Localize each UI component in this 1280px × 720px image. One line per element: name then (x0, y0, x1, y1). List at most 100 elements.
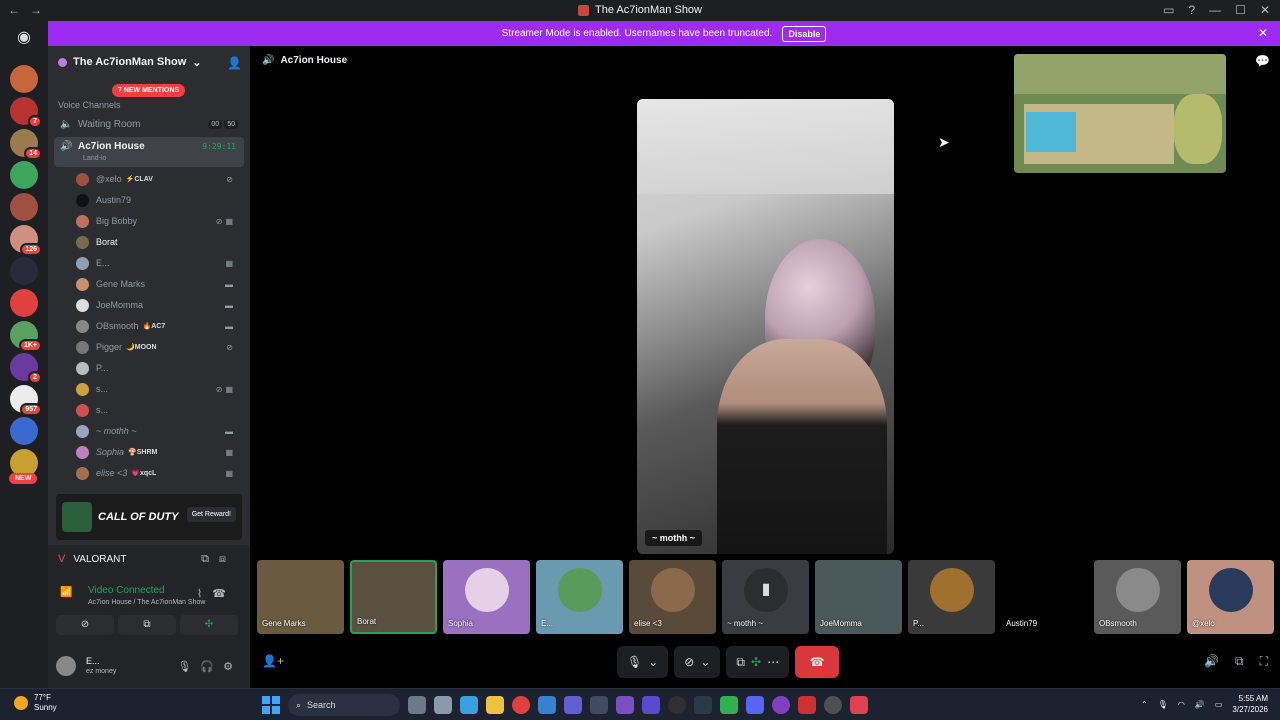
voice-member[interactable]: OBsmooth 🔥AC7 ▬ (76, 316, 244, 336)
participant-tile[interactable]: E... (536, 560, 623, 634)
disconnect-icon[interactable]: ☎ (212, 588, 236, 600)
screen-share-button[interactable]: ⧉ (118, 615, 176, 635)
screen-share-button[interactable]: ⧉ ✣ ⋯ (726, 646, 790, 678)
invite-icon[interactable]: 👤 (227, 56, 242, 70)
voice-member[interactable]: P... (76, 358, 244, 378)
weather-widget[interactable]: 77°F Sunny (14, 693, 57, 713)
voice-member[interactable]: Pigger 🌙MOON ⊘ (76, 337, 244, 357)
participant-tile[interactable]: Gene Marks (257, 560, 344, 634)
app-icon[interactable] (798, 696, 816, 714)
disable-button[interactable]: Disable (782, 25, 827, 42)
participant-tile[interactable]: ▮ ~ mothh ~ (722, 560, 809, 634)
focused-video[interactable]: ~ mothh ~ (637, 99, 894, 554)
chrome-icon[interactable] (512, 696, 530, 714)
voice-member[interactable]: s... ⊘▦ (76, 379, 244, 399)
microphone-icon[interactable]: 🎙 (177, 661, 200, 673)
server-icon[interactable] (10, 257, 38, 285)
maximize-button[interactable]: ☐ (1235, 3, 1246, 17)
participant-tile[interactable]: P... (908, 560, 995, 634)
help-icon[interactable]: ? (1188, 3, 1195, 17)
app-icon[interactable] (590, 696, 608, 714)
voice-member[interactable]: @xelo ⚡CLAV ⊘ (76, 169, 244, 189)
close-button[interactable]: ✕ (1260, 3, 1270, 17)
server-icon[interactable] (10, 417, 38, 445)
camera-toggle-button[interactable]: ⊘ (56, 615, 114, 635)
avatar[interactable] (56, 656, 76, 676)
app-icon[interactable] (642, 696, 660, 714)
popout-icon[interactable]: ⧉ (1235, 654, 1244, 669)
more-icon[interactable]: ⋯ (767, 655, 779, 669)
participant-tile[interactable]: elise <3 (629, 560, 716, 634)
close-icon[interactable]: ✕ (1258, 26, 1268, 40)
app-icon[interactable] (824, 696, 842, 714)
disconnect-button[interactable]: ☎ (795, 646, 840, 678)
server-icon[interactable] (10, 193, 38, 221)
start-button[interactable] (262, 696, 280, 714)
headphones-icon[interactable]: 🎧 (200, 661, 223, 673)
new-mentions-pill[interactable]: 7 NEW MENTIONS (112, 84, 186, 97)
voice-member[interactable]: ~ mothh ~ ▬ (76, 421, 244, 441)
battery-icon[interactable]: ▭ (1215, 700, 1223, 709)
camera-button[interactable]: ⊘ ⌄ (674, 646, 721, 678)
volume-icon[interactable]: 🔊 (1204, 654, 1219, 669)
voice-member[interactable]: s... (76, 400, 244, 420)
voice-member[interactable]: Gene Marks ▬ (76, 274, 244, 294)
voice-member[interactable]: Big Bobby ⊘▦ (76, 211, 244, 231)
participant-tile[interactable]: Austin79 (1001, 560, 1088, 634)
server-icon[interactable]: 126 (10, 225, 42, 256)
participant-tile[interactable]: JoeMomma (815, 560, 902, 634)
noise-suppression-icon[interactable]: ⌇ (197, 588, 212, 600)
steam-icon[interactable] (694, 696, 712, 714)
voice-member[interactable]: E... ▦ (76, 253, 244, 273)
participant-tile[interactable]: OBsmooth (1094, 560, 1181, 634)
server-icon[interactable]: 14 (10, 129, 42, 160)
fullscreen-icon[interactable]: ⛶ (1260, 654, 1268, 669)
volume-icon[interactable]: 🔊 (1195, 700, 1205, 709)
new-pill[interactable]: NEW (9, 473, 38, 484)
settings-icon[interactable] (434, 696, 452, 714)
file-explorer-icon[interactable] (486, 696, 504, 714)
activities-icon[interactable]: ✣ (751, 655, 761, 669)
participant-tile[interactable]: Borat (350, 560, 437, 634)
voice-member[interactable]: Austin79 (76, 190, 244, 210)
server-icon[interactable] (10, 289, 38, 317)
voice-category[interactable]: Voice Channels (58, 100, 121, 110)
server-icon[interactable] (10, 65, 38, 93)
app-icon[interactable] (564, 696, 582, 714)
obs-icon[interactable] (668, 696, 686, 714)
valorant-icon[interactable] (850, 696, 868, 714)
chevron-down-icon[interactable]: ⌄ (648, 655, 658, 669)
get-reward-button[interactable]: Get Reward! (186, 507, 236, 522)
microphone-button[interactable]: 🎙 ⌄ (617, 646, 669, 678)
gear-icon[interactable]: ⚙ (223, 661, 242, 673)
voice-member[interactable]: Borat (76, 232, 244, 252)
store-icon[interactable] (460, 696, 478, 714)
minimize-button[interactable]: — (1209, 3, 1221, 17)
microphone-icon[interactable]: 🎙 (1158, 700, 1168, 709)
activities-button[interactable]: ✣ (180, 615, 238, 635)
chevron-down-icon[interactable]: ⌄ (700, 655, 710, 669)
channel-waiting-room[interactable]: 🔈 Waiting Room 00 50 (54, 114, 244, 134)
discord-icon[interactable] (746, 696, 764, 714)
taskbar-search[interactable]: ⌕ Search (288, 694, 400, 716)
discord-home-icon[interactable]: ◉ (10, 24, 38, 52)
voice-member[interactable]: JoeMomma ▬ (76, 295, 244, 315)
server-icon[interactable]: 957 (10, 385, 42, 416)
clock[interactable]: 5:55 AM 3/27/2026 (1232, 693, 1268, 715)
app-icon[interactable] (772, 696, 790, 714)
add-people-icon[interactable]: 👤+ (262, 654, 284, 668)
activity-row[interactable]: V VALORANT (58, 553, 127, 565)
task-view-icon[interactable] (408, 696, 426, 714)
server-header[interactable]: The Ac7ionMan Show ⌄ 👤 (48, 46, 250, 78)
participant-tile[interactable]: Sophia (443, 560, 530, 634)
popout-icon[interactable]: ⧈ (219, 553, 236, 565)
server-icon[interactable]: 1K+ (10, 321, 42, 352)
notepad-icon[interactable] (538, 696, 556, 714)
voice-status[interactable]: 📶 Video Connected (60, 585, 165, 598)
chat-icon[interactable]: 💬 (1255, 54, 1270, 68)
inbox-icon[interactable]: ▭ (1163, 3, 1174, 17)
voice-member[interactable]: elise <3 💗xqcL ▦ (76, 463, 244, 483)
server-icon[interactable] (10, 161, 38, 189)
screen-share-preview[interactable] (1014, 54, 1226, 173)
promo-card[interactable]: CALL OF DUTY Get Reward! (56, 494, 242, 540)
